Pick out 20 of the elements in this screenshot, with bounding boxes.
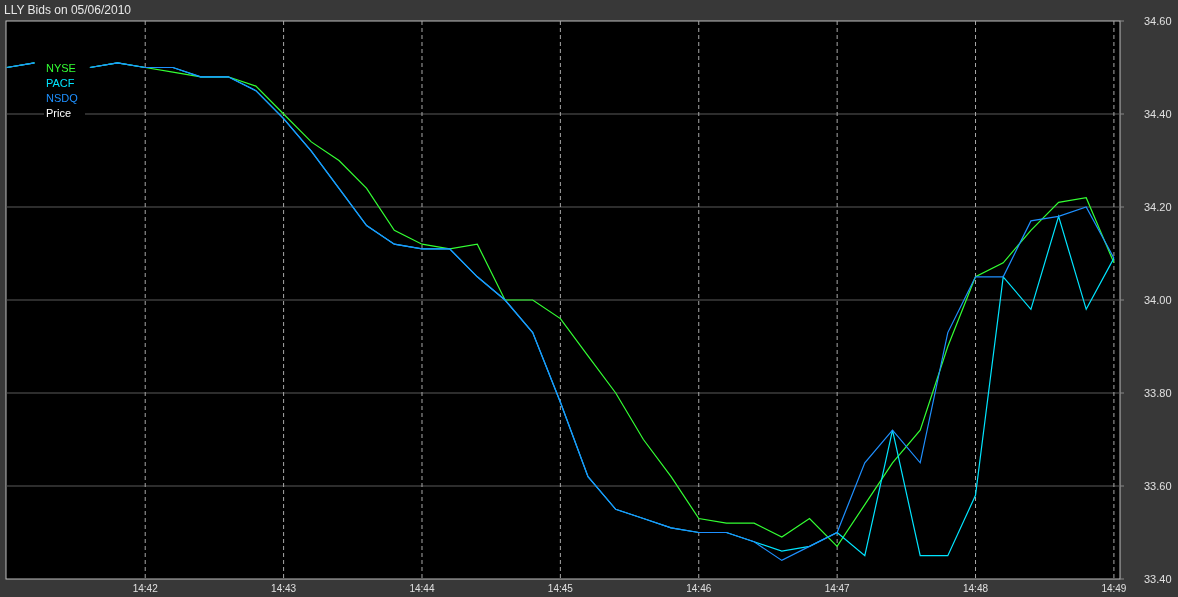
x-axis-label: 14:49 (1101, 583, 1127, 594)
legend-label: NSDQ (46, 92, 78, 104)
x-axis-label: 14:44 (409, 583, 435, 594)
y-axis-label: 34.20 (1144, 201, 1172, 213)
legend-label: NYSE (46, 62, 76, 74)
y-axis-label: 34.40 (1144, 108, 1172, 120)
y-axis-label: 33.80 (1144, 387, 1172, 399)
y-axis-label: 33.60 (1144, 480, 1172, 492)
y-axis-label: 34.00 (1144, 294, 1172, 306)
legend-label: Price (46, 107, 72, 119)
x-axis-label: 14:43 (271, 583, 297, 594)
y-axis-label: 34.60 (1144, 15, 1172, 27)
x-axis-label: 14:45 (547, 583, 573, 594)
x-axis-label: 14:47 (824, 583, 850, 594)
chart-title: LLY Bids on 05/06/2010 (4, 3, 131, 17)
x-axis-label: 14:42 (132, 583, 158, 594)
legend-label: PACF (46, 77, 75, 89)
x-axis-label: 14:48 (963, 583, 989, 594)
y-axis-label: 33.40 (1144, 573, 1172, 585)
x-axis-label: 14:46 (686, 583, 712, 594)
